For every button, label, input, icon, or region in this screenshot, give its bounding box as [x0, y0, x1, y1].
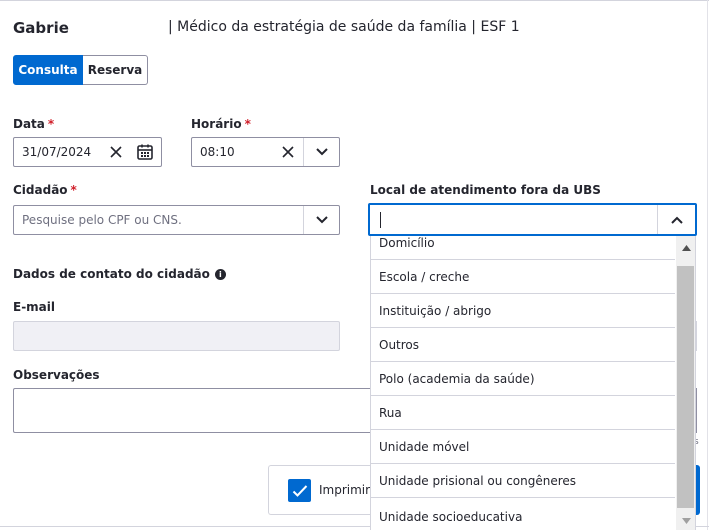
notes-label: Observações [13, 368, 100, 382]
scrollbar-thumb[interactable] [677, 266, 694, 508]
option-unidade-movel[interactable]: Unidade móvel [371, 430, 675, 464]
text-cursor [380, 212, 381, 228]
calendar-button[interactable] [129, 138, 161, 166]
location-options-list: Domicílio Escola / creche Instituição / … [370, 236, 696, 530]
contact-section-title: Dados de contato do cidadão i [13, 267, 226, 281]
chevron-down-icon [315, 216, 328, 224]
primary-button-edge[interactable] [696, 465, 700, 515]
triangle-down-icon [681, 518, 691, 524]
location-select[interactable] [368, 203, 697, 236]
professional-name: Gabrie [13, 19, 69, 37]
tab-reserva[interactable]: Reserva [83, 55, 148, 85]
close-icon [110, 146, 122, 158]
location-collapse-button[interactable] [657, 205, 695, 234]
scroll-up-button[interactable] [676, 238, 695, 258]
tab-consulta[interactable]: Consulta [13, 55, 83, 85]
location-label: Local de atendimento fora da UBS [370, 183, 601, 197]
time-label: Horário * [191, 117, 251, 131]
option-domicilio[interactable]: Domicílio [371, 236, 675, 260]
notes-textarea[interactable] [13, 388, 373, 433]
calendar-icon [137, 144, 153, 160]
option-outros[interactable]: Outros [371, 328, 675, 362]
print-checkbox-label: Imprimir [319, 483, 371, 497]
date-value: 31/07/2024 [22, 145, 92, 159]
citizen-dropdown-button[interactable] [303, 206, 339, 234]
time-dropdown-button[interactable] [303, 138, 339, 166]
time-value: 08:10 [200, 145, 235, 159]
scroll-down-button[interactable] [676, 512, 695, 530]
chevron-down-icon [315, 148, 328, 156]
date-field[interactable]: 31/07/2024 [13, 137, 162, 167]
option-unidade-prisional[interactable]: Unidade prisional ou congêneres [371, 464, 675, 498]
option-polo-academia[interactable]: Polo (academia da saúde) [371, 362, 675, 396]
option-rua[interactable]: Rua [371, 396, 675, 430]
option-unidade-socioeducativa[interactable]: Unidade socioeducativa [371, 500, 675, 530]
citizen-label: Cidadão * [13, 183, 77, 197]
close-icon [282, 146, 294, 158]
date-label: Data * [13, 117, 55, 131]
professional-role: | Médico da estratégia de saúde da famíl… [168, 19, 520, 35]
top-divider [0, 0, 709, 1]
email-field[interactable] [13, 321, 340, 351]
triangle-up-icon [681, 245, 691, 251]
time-select[interactable]: 08:10 [191, 137, 340, 167]
info-icon[interactable]: i [214, 268, 226, 280]
citizen-search-placeholder: Pesquise pelo CPF ou CNS. [22, 213, 182, 227]
right-edge-divider [707, 0, 708, 530]
check-icon [292, 484, 307, 497]
clear-date-button[interactable] [103, 138, 129, 166]
clear-time-button[interactable] [273, 138, 303, 166]
chevron-up-icon [670, 216, 683, 224]
option-instituicao-abrigo[interactable]: Instituição / abrigo [371, 294, 675, 328]
option-escola-creche[interactable]: Escola / creche [371, 260, 675, 294]
email-label: E-mail [13, 300, 56, 314]
print-checkbox[interactable] [288, 479, 311, 502]
citizen-search-select[interactable]: Pesquise pelo CPF ou CNS. [13, 205, 340, 235]
